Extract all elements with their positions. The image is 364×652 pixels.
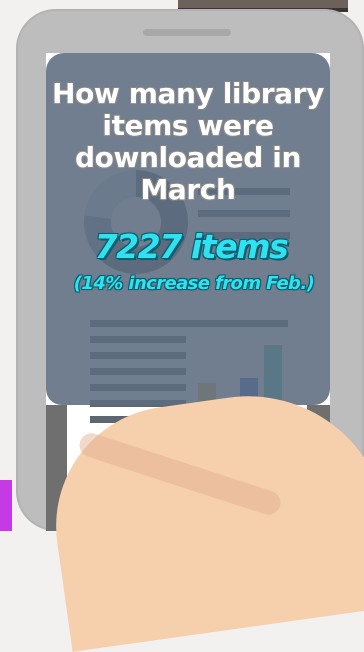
downloads-count: 7227 items: [94, 227, 289, 266]
magenta-edge: [0, 480, 12, 531]
headline: How many library items were downloaded i…: [52, 77, 324, 206]
percent-increase: (14% increase from Feb.): [73, 273, 315, 294]
phone-speaker: [143, 29, 231, 36]
